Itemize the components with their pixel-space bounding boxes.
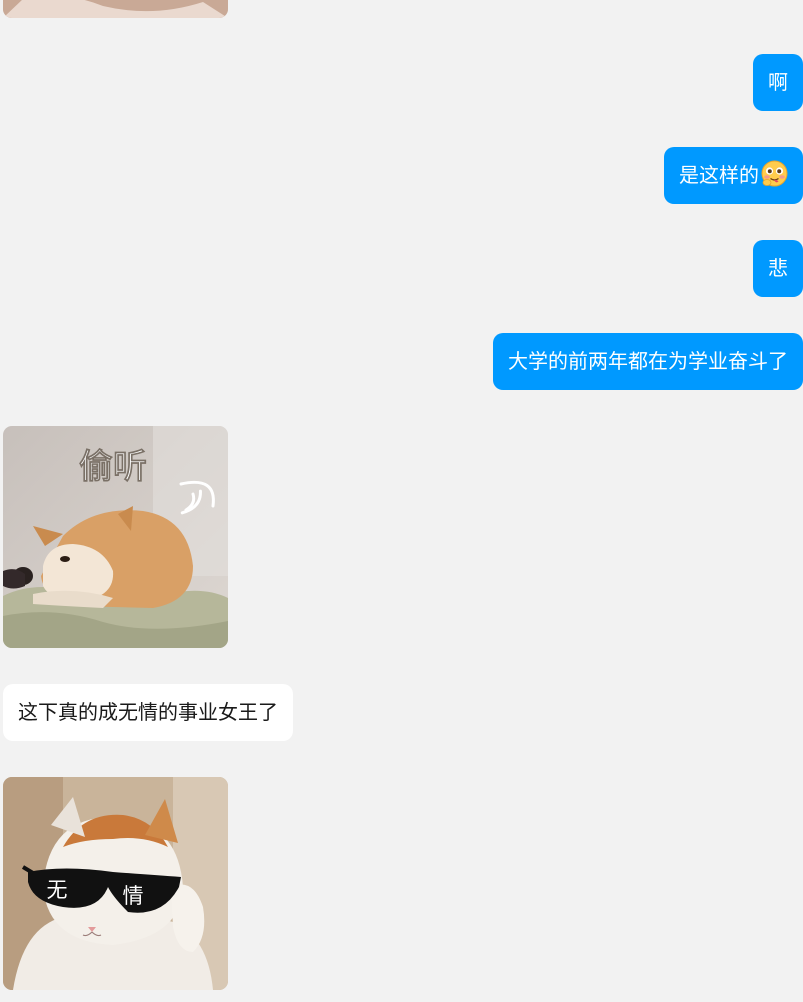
message-text: 啊 <box>768 70 788 94</box>
sticker-caption: 偷听 <box>79 447 147 487</box>
sticker-message-cropped[interactable] <box>3 0 228 18</box>
incoming-message-bubble[interactable]: 这下真的成无情的事业女王了 <box>3 684 293 741</box>
outgoing-message-bubble[interactable]: 是这样的 <box>664 147 803 204</box>
chat-message-list[interactable]: 啊 是这样的 悲 大学的前两年都在为学业奋斗了 偷听 这下真的成无情的事业女王了… <box>0 0 803 1002</box>
sunglasses-caption-left: 无 <box>47 878 68 902</box>
sticker-message-eavesdrop-dog[interactable]: 偷听 <box>3 426 228 648</box>
cat-sunglasses-sticker-image: 无 情 <box>3 777 228 990</box>
message-text: 这下真的成无情的事业女王了 <box>18 700 278 724</box>
message-text: 大学的前两年都在为学业奋斗了 <box>508 349 788 373</box>
message-text: 悲 <box>768 256 788 280</box>
yummy-face-emoji-icon <box>761 160 788 187</box>
sunglasses-caption-right: 情 <box>123 884 144 908</box>
sticker-image-cropped <box>3 0 228 18</box>
outgoing-message-bubble[interactable]: 啊 <box>753 54 803 111</box>
sticker-message-cool-cat[interactable]: 无 情 <box>3 777 228 990</box>
message-text: 是这样的 <box>679 163 759 187</box>
outgoing-message-bubble[interactable]: 悲 <box>753 240 803 297</box>
outgoing-message-bubble[interactable]: 大学的前两年都在为学业奋斗了 <box>493 333 803 390</box>
shiba-dog-sticker-image: 偷听 <box>3 426 228 648</box>
